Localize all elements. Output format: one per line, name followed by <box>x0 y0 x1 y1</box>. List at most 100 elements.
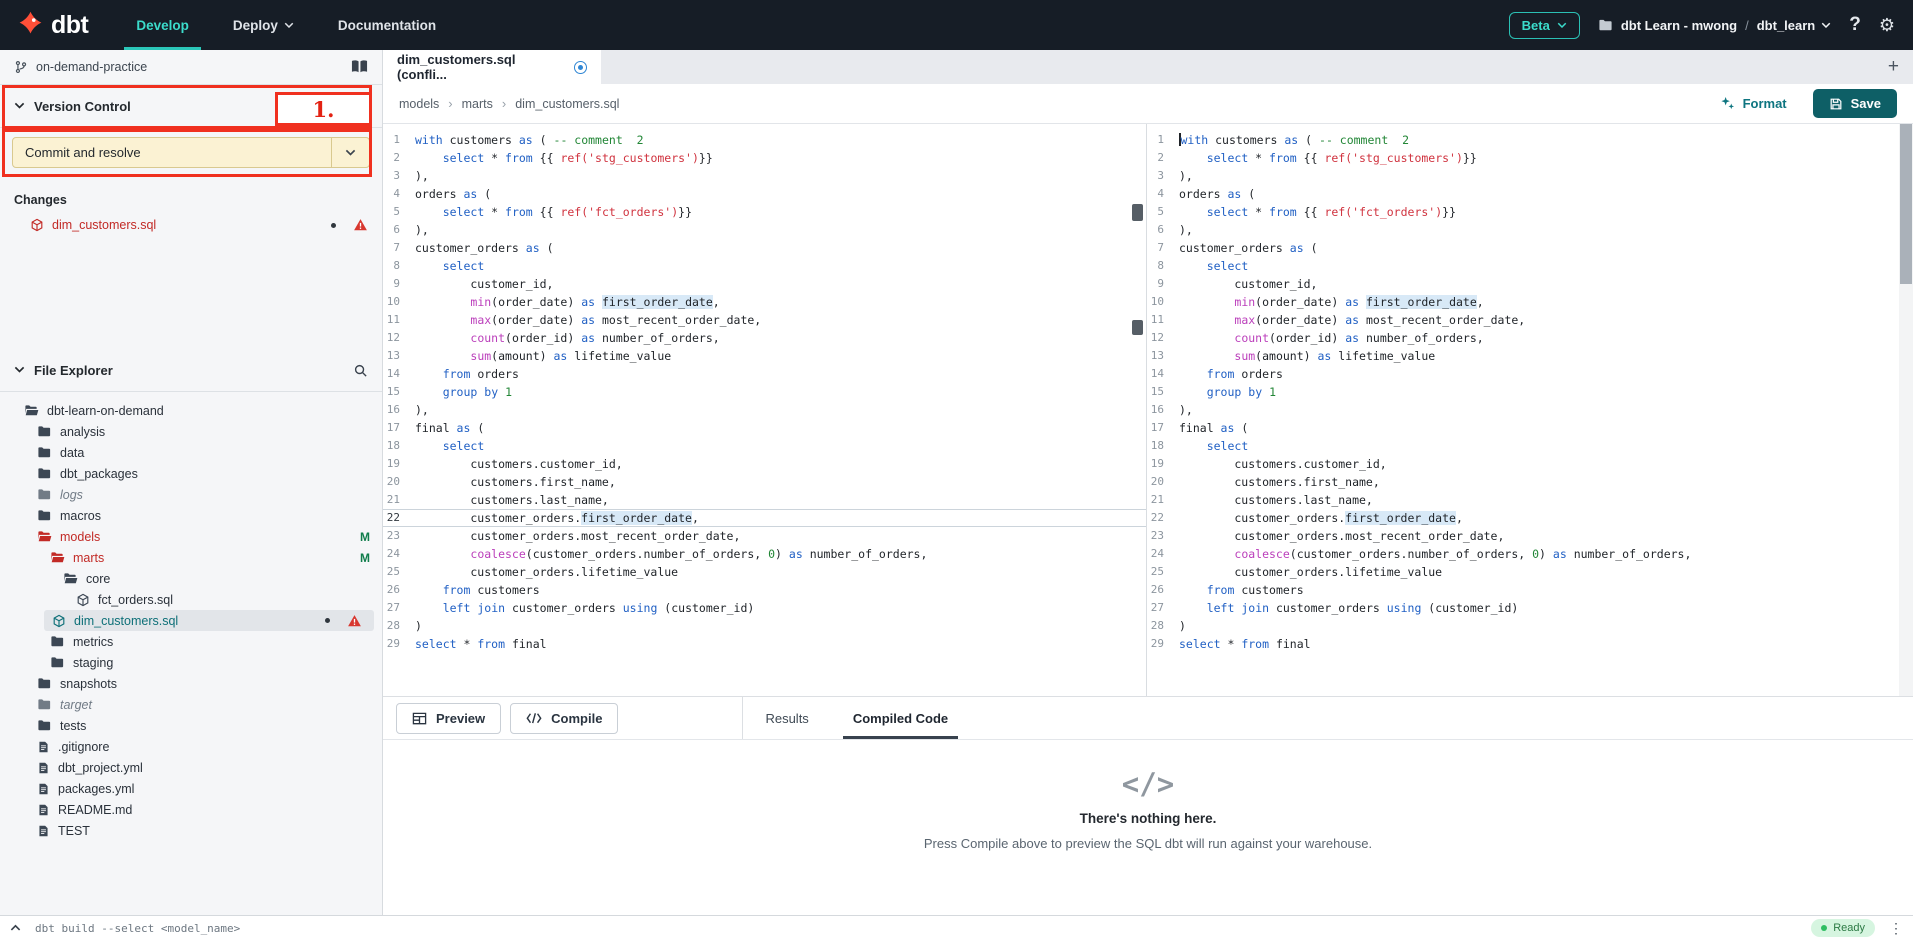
code-line-16[interactable]: 16), <box>383 401 1146 419</box>
code-line-14[interactable]: 14 from orders <box>383 365 1146 383</box>
code-line-14[interactable]: 14 from orders <box>1147 365 1913 383</box>
changed-file-row[interactable]: dim_customers.sql <box>0 213 382 237</box>
new-tab-button[interactable]: + <box>1874 56 1913 78</box>
code-line-17[interactable]: 17final as ( <box>1147 419 1913 437</box>
tree-item-dbt-learn-on-demand[interactable]: dbt-learn-on-demand <box>0 400 382 421</box>
code-line-4[interactable]: 4orders as ( <box>1147 185 1913 203</box>
code-line-7[interactable]: 7customer_orders as ( <box>1147 239 1913 257</box>
code-line-23[interactable]: 23 customer_orders.most_recent_order_dat… <box>1147 527 1913 545</box>
code-line-29[interactable]: 29select * from final <box>383 635 1146 653</box>
editor-pane-left[interactable]: 1with customers as ( -- comment 22 selec… <box>383 124 1146 696</box>
code-line-24[interactable]: 24 coalesce(customer_orders.number_of_or… <box>383 545 1146 563</box>
code-line-26[interactable]: 26 from customers <box>383 581 1146 599</box>
code-line-18[interactable]: 18 select <box>1147 437 1913 455</box>
breadcrumb-file[interactable]: dim_customers.sql <box>515 97 619 111</box>
code-line-19[interactable]: 19 customers.customer_id, <box>1147 455 1913 473</box>
code-line-27[interactable]: 27 left join customer_orders using (cust… <box>1147 599 1913 617</box>
code-line-6[interactable]: 6), <box>1147 221 1913 239</box>
dbt-logo[interactable]: dbt <box>0 0 114 50</box>
project-name[interactable]: dbt Learn - mwong <box>1621 18 1737 33</box>
tree-item-analysis[interactable]: analysis <box>0 421 382 442</box>
code-line-12[interactable]: 12 count(order_id) as number_of_orders, <box>1147 329 1913 347</box>
code-line-2[interactable]: 2 select * from {{ ref('stg_customers')}… <box>383 149 1146 167</box>
tree-item-macros[interactable]: macros <box>0 505 382 526</box>
chevron-up-icon[interactable] <box>10 924 21 931</box>
tree-item-data[interactable]: data <box>0 442 382 463</box>
scrollbar-change-marker[interactable] <box>1132 204 1143 221</box>
code-line-17[interactable]: 17final as ( <box>383 419 1146 437</box>
code-line-9[interactable]: 9 customer_id, <box>383 275 1146 293</box>
docs-book-icon[interactable] <box>351 59 368 74</box>
code-line-5[interactable]: 5 select * from {{ ref('fct_orders')}} <box>383 203 1146 221</box>
tree-item--gitignore[interactable]: .gitignore <box>0 736 382 757</box>
beta-badge[interactable]: Beta <box>1509 12 1580 39</box>
compile-button[interactable]: Compile <box>510 703 618 734</box>
code-line-15[interactable]: 15 group by 1 <box>1147 383 1913 401</box>
nav-item-develop[interactable]: Develop <box>114 0 211 50</box>
code-line-21[interactable]: 21 customers.last_name, <box>383 491 1146 509</box>
code-line-11[interactable]: 11 max(order_date) as most_recent_order_… <box>383 311 1146 329</box>
tree-item-models[interactable]: modelsM <box>0 526 382 547</box>
code-line-13[interactable]: 13 sum(amount) as lifetime_value <box>1147 347 1913 365</box>
code-line-12[interactable]: 12 count(order_id) as number_of_orders, <box>383 329 1146 347</box>
format-button[interactable]: Format <box>1720 96 1787 111</box>
code-line-28[interactable]: 28) <box>383 617 1146 635</box>
code-line-9[interactable]: 9 customer_id, <box>1147 275 1913 293</box>
tree-item-tests[interactable]: tests <box>0 715 382 736</box>
tree-item-dbt-project-yml[interactable]: dbt_project.yml <box>0 757 382 778</box>
tree-item-dbt-packages[interactable]: dbt_packages <box>0 463 382 484</box>
code-line-10[interactable]: 10 min(order_date) as first_order_date, <box>383 293 1146 311</box>
kebab-menu-icon[interactable]: ⋮ <box>1889 920 1903 937</box>
tree-item-metrics[interactable]: metrics <box>0 631 382 652</box>
tree-item-fct-orders-sql[interactable]: fct_orders.sql <box>0 589 382 610</box>
nav-item-documentation[interactable]: Documentation <box>316 0 458 50</box>
code-line-28[interactable]: 28) <box>1147 617 1913 635</box>
code-line-21[interactable]: 21 customers.last_name, <box>1147 491 1913 509</box>
code-line-3[interactable]: 3), <box>1147 167 1913 185</box>
environment-dropdown[interactable]: dbt_learn <box>1757 18 1832 33</box>
tab-results[interactable]: Results <box>743 697 830 739</box>
editor-pane-right[interactable]: 1with customers as ( -- comment 22 selec… <box>1146 124 1913 696</box>
code-line-27[interactable]: 27 left join customer_orders using (cust… <box>383 599 1146 617</box>
code-line-2[interactable]: 2 select * from {{ ref('stg_customers')}… <box>1147 149 1913 167</box>
preview-button[interactable]: Preview <box>396 703 501 734</box>
code-line-6[interactable]: 6), <box>383 221 1146 239</box>
help-icon[interactable]: ? <box>1849 14 1861 36</box>
code-line-23[interactable]: 23 customer_orders.most_recent_order_dat… <box>383 527 1146 545</box>
tree-item-dim-customers-sql[interactable]: dim_customers.sql <box>44 610 374 631</box>
settings-gear-icon[interactable]: ⚙ <box>1879 16 1895 34</box>
save-button[interactable]: Save <box>1813 89 1897 118</box>
tab-compiled-code[interactable]: Compiled Code <box>831 697 970 739</box>
code-line-15[interactable]: 15 group by 1 <box>383 383 1146 401</box>
tree-item-test[interactable]: TEST <box>0 820 382 841</box>
breadcrumb-models[interactable]: models <box>399 97 439 111</box>
tree-item-snapshots[interactable]: snapshots <box>0 673 382 694</box>
code-line-11[interactable]: 11 max(order_date) as most_recent_order_… <box>1147 311 1913 329</box>
tree-item-readme-md[interactable]: README.md <box>0 799 382 820</box>
code-line-16[interactable]: 16), <box>1147 401 1913 419</box>
tree-item-staging[interactable]: staging <box>0 652 382 673</box>
code-line-4[interactable]: 4orders as ( <box>383 185 1146 203</box>
version-control-header[interactable]: Version Control <box>0 85 382 128</box>
scrollbar-change-marker[interactable] <box>1132 320 1143 335</box>
commit-and-resolve-button[interactable]: Commit and resolve <box>12 137 370 168</box>
tree-item-logs[interactable]: logs <box>0 484 382 505</box>
search-icon[interactable] <box>353 363 368 378</box>
code-line-18[interactable]: 18 select <box>383 437 1146 455</box>
scrollbar-thumb[interactable] <box>1900 124 1912 284</box>
code-line-13[interactable]: 13 sum(amount) as lifetime_value <box>383 347 1146 365</box>
tree-item-marts[interactable]: martsM <box>0 547 382 568</box>
code-line-22[interactable]: 22 customer_orders.first_order_date, <box>383 509 1146 527</box>
tree-item-core[interactable]: core <box>0 568 382 589</box>
command-input[interactable]: dbt build --select <model_name> <box>35 922 1797 935</box>
tab-dim-customers[interactable]: dim_customers.sql (confli... <box>383 50 601 84</box>
code-line-26[interactable]: 26 from customers <box>1147 581 1913 599</box>
code-line-1[interactable]: 1with customers as ( -- comment 2 <box>1147 131 1913 149</box>
code-line-7[interactable]: 7customer_orders as ( <box>383 239 1146 257</box>
commit-dropdown-toggle[interactable] <box>331 138 369 167</box>
git-branch-row[interactable]: on-demand-practice <box>0 50 382 85</box>
nav-item-deploy[interactable]: Deploy <box>211 0 316 50</box>
file-explorer-header[interactable]: File Explorer <box>0 349 382 392</box>
vertical-scrollbar[interactable] <box>1899 124 1913 696</box>
tree-item-packages-yml[interactable]: packages.yml <box>0 778 382 799</box>
